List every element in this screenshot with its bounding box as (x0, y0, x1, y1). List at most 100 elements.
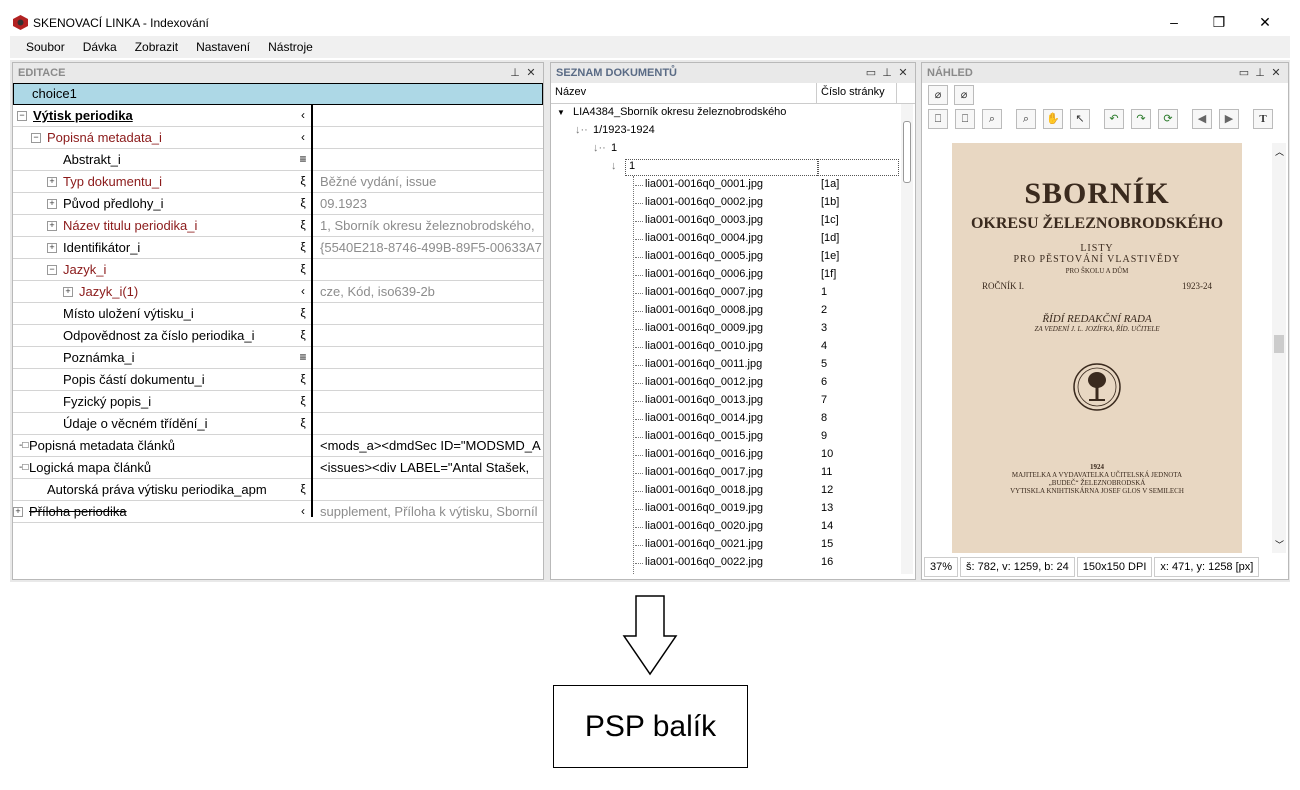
close-icon[interactable]: ✕ (523, 63, 539, 83)
attach-icon[interactable]: ⌀ (928, 85, 948, 105)
editor-row[interactable]: + Typ dokumentu_i ξ Běžné vydání, issue (13, 171, 543, 193)
preview-scrollbar[interactable]: ︿ ﹀ (1272, 143, 1286, 553)
expand-icon[interactable]: + (63, 287, 73, 297)
tree-subissue[interactable]: ↓ 1 (551, 158, 915, 176)
file-row[interactable]: lia001-0016q0_0007.jpg 1 (551, 284, 915, 302)
previous-page-icon[interactable]: ◀ (1192, 109, 1212, 129)
file-row[interactable]: lia001-0016q0_0001.jpg [1a] (551, 176, 915, 194)
editor-row-value[interactable]: Běžné vydání, issue (320, 171, 542, 192)
collapse-icon[interactable]: − (47, 265, 57, 275)
column-name-header[interactable]: Název (555, 86, 586, 98)
file-row[interactable]: lia001-0016q0_0016.jpg 10 (551, 446, 915, 464)
hand-icon[interactable]: ✋ (1043, 109, 1063, 129)
editor-row[interactable]: Odpovědnost za číslo periodika_i ξ (13, 325, 543, 347)
file-row[interactable]: lia001-0016q0_0020.jpg 14 (551, 518, 915, 536)
collapse-icon[interactable]: − (31, 133, 41, 143)
pointer-icon[interactable]: ↖ (1070, 109, 1090, 129)
file-row[interactable]: lia001-0016q0_0003.jpg [1c] (551, 212, 915, 230)
expand-icon[interactable]: + (47, 199, 57, 209)
rotate-right-icon[interactable]: ↷ (1131, 109, 1151, 129)
editor-row[interactable]: -□ Logická mapa článků <issues><div LABEL=… (13, 457, 543, 479)
pin-icon[interactable]: ⊥ (1252, 63, 1268, 83)
file-row[interactable]: lia001-0016q0_0002.jpg [1b] (551, 194, 915, 212)
column-divider[interactable] (311, 105, 313, 517)
editor-row[interactable]: Popis částí dokumentu_i ξ (13, 369, 543, 391)
pin-icon[interactable]: ⊥ (507, 63, 523, 83)
collapse-icon[interactable]: − (17, 111, 27, 121)
editor-row[interactable]: − Výtisk periodika ‹ (13, 105, 543, 127)
file-row[interactable]: lia001-0016q0_0017.jpg 11 (551, 464, 915, 482)
file-row[interactable]: lia001-0016q0_0014.jpg 8 (551, 410, 915, 428)
minimize-button[interactable]: – (1151, 8, 1197, 36)
close-button[interactable]: ✕ (1242, 8, 1288, 36)
expand-icon[interactable]: + (47, 221, 57, 231)
menu-nastaveni[interactable]: Nastavení (187, 36, 259, 58)
file-row[interactable]: lia001-0016q0_0005.jpg [1e] (551, 248, 915, 266)
editor-row[interactable]: + Původ předlohy_i ξ 09.1923 (13, 193, 543, 215)
maximize-button[interactable]: ❐ (1196, 8, 1242, 36)
file-row[interactable]: lia001-0016q0_0022.jpg 16 (551, 554, 915, 572)
editor-row[interactable]: + Příloha periodika ‹ supplement, Příloha k… (13, 501, 543, 523)
float-icon[interactable]: ▭ (1236, 63, 1252, 83)
expand-icon[interactable]: + (47, 177, 57, 187)
fit-page-icon[interactable]: ⎕ (955, 109, 975, 129)
file-row[interactable]: lia001-0016q0_0015.jpg 9 (551, 428, 915, 446)
menu-soubor[interactable]: Soubor (10, 36, 74, 58)
page-preview-image[interactable]: SBORNÍK OKRESU ŽELEZNOBRODSKÉHO LISTY PR… (952, 143, 1242, 553)
editor-row[interactable]: Poznámka_i ≡ (13, 347, 543, 369)
text-icon[interactable]: T (1253, 109, 1273, 129)
editor-row[interactable]: − Jazyk_i ξ (13, 259, 543, 281)
editor-row-value[interactable]: <issues><div LABEL="Antal Stašek, (320, 457, 542, 478)
zoom-icon[interactable]: ⌕ (982, 109, 1002, 129)
file-row[interactable]: lia001-0016q0_0019.jpg 13 (551, 500, 915, 518)
expand-arrow-icon[interactable]: ▼ (557, 108, 565, 117)
file-row[interactable]: lia001-0016q0_0008.jpg 2 (551, 302, 915, 320)
close-icon[interactable]: ✕ (1268, 63, 1284, 83)
file-row[interactable]: lia001-0016q0_0010.jpg 4 (551, 338, 915, 356)
doclist-scrollbar-thumb[interactable] (903, 121, 911, 183)
editor-row-value[interactable]: supplement, Příloha k výtisku, Sborníl (320, 501, 542, 522)
editor-row[interactable]: Autorská práva výtisku periodika_apm ξ (13, 479, 543, 501)
float-icon[interactable]: ▭ (863, 63, 879, 83)
file-row[interactable]: lia001-0016q0_0021.jpg 15 (551, 536, 915, 554)
tree-issue[interactable]: ↓·· 1 (551, 140, 915, 158)
next-page-icon[interactable]: ▶ (1219, 109, 1239, 129)
menu-zobrazit[interactable]: Zobrazit (126, 36, 187, 58)
editor-row[interactable]: Údaje o věcném třídění_i ξ (13, 413, 543, 435)
column-page-header[interactable]: Číslo stránky (821, 86, 885, 98)
file-row[interactable]: lia001-0016q0_0013.jpg 7 (551, 392, 915, 410)
menu-nastroje[interactable]: Nástroje (259, 36, 322, 58)
editor-row[interactable]: Místo uložení výtisku_i ξ (13, 303, 543, 325)
editor-row[interactable]: -□ Popisná metadata článků <mods_a><dmdSec… (13, 435, 543, 457)
menu-davka[interactable]: Dávka (74, 36, 126, 58)
selected-choice-row[interactable]: choice1 (13, 83, 543, 105)
editor-row[interactable]: − Popisná metadata_i ‹ (13, 127, 543, 149)
editor-row[interactable]: Abstrakt_i ≡ (13, 149, 543, 171)
attach-alt-icon[interactable]: ⌀ (954, 85, 974, 105)
preview-scrollbar-thumb[interactable] (1274, 335, 1284, 353)
editor-row-value[interactable]: {5540E218-8746-499B-89F5-00633A7F (320, 237, 542, 258)
file-row[interactable]: lia001-0016q0_0006.jpg [1f] (551, 266, 915, 284)
file-row[interactable]: lia001-0016q0_0011.jpg 5 (551, 356, 915, 374)
magnifier-icon[interactable]: ⌕ (1016, 109, 1036, 129)
editor-row[interactable]: + Identifikátor_i ξ {5540E218-8746-499B-89F… (13, 237, 543, 259)
editor-row[interactable]: + Název titulu periodika_i ξ 1, Sborník okr… (13, 215, 543, 237)
tree-volume[interactable]: ↓·· 1/1923-1924 (551, 122, 915, 140)
editor-row-value[interactable]: cze, Kód, iso639-2b (320, 281, 542, 302)
file-row[interactable]: lia001-0016q0_0018.jpg 12 (551, 482, 915, 500)
editor-row-value[interactable]: <mods_a><dmdSec ID="MODSMD_A (320, 435, 542, 456)
file-row[interactable]: lia001-0016q0_0004.jpg [1d] (551, 230, 915, 248)
file-row[interactable]: lia001-0016q0_0012.jpg 6 (551, 374, 915, 392)
close-icon[interactable]: ✕ (895, 63, 911, 83)
node-connector-icon[interactable]: -□ (19, 435, 28, 456)
node-connector-icon[interactable]: -□ (19, 457, 28, 478)
fit-width-icon[interactable]: ⎕ (928, 109, 948, 129)
expand-icon[interactable]: + (13, 507, 23, 517)
tree-root[interactable]: ▼ LIA4384_Sborník okresu železnobrodskéh… (551, 104, 915, 122)
expand-icon[interactable]: + (47, 243, 57, 253)
editor-row[interactable]: Fyzický popis_i ξ (13, 391, 543, 413)
reset-rotation-icon[interactable]: ⟳ (1158, 109, 1178, 129)
pin-icon[interactable]: ⊥ (879, 63, 895, 83)
editor-row-value[interactable]: 09.1923 (320, 193, 542, 214)
file-row[interactable]: lia001-0016q0_0009.jpg 3 (551, 320, 915, 338)
